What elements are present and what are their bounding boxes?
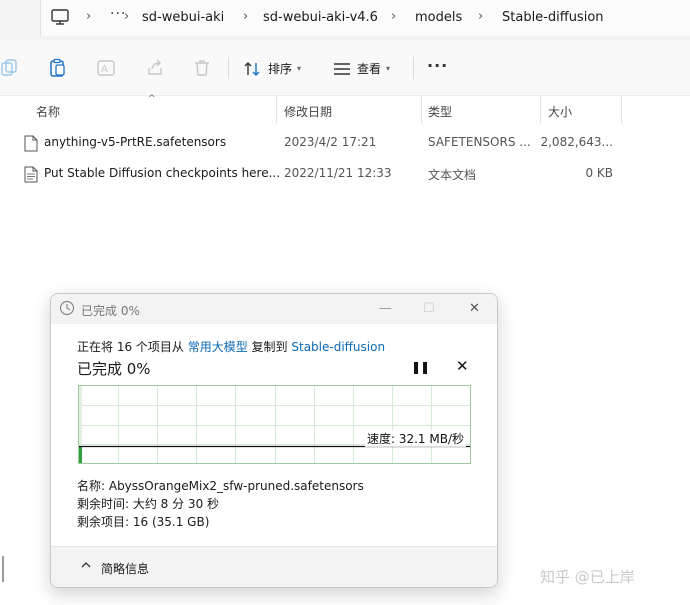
resize-handle[interactable] [2, 556, 4, 582]
svg-text:A: A [101, 64, 108, 75]
breadcrumb-item[interactable]: models [415, 10, 462, 25]
percent-complete: 已完成 0% [77, 360, 151, 378]
dialog-title-bar[interactable]: 已完成 0% — ☐ ✕ [51, 294, 497, 324]
maximize-icon[interactable]: ☐ [423, 301, 435, 316]
copy-prefix: 正在将 16 个项目从 [77, 340, 188, 354]
minimize-icon[interactable]: — [379, 301, 392, 316]
column-divider[interactable] [421, 96, 422, 124]
paste-icon[interactable] [48, 58, 68, 78]
cancel-copy-button[interactable]: ✕ [456, 357, 469, 375]
breadcrumb-item[interactable]: sd-webui-aki-v4.6 [263, 10, 378, 25]
chevron-down-icon: ▾ [297, 64, 302, 73]
column-header-size[interactable]: 大小 [548, 103, 572, 120]
clock-icon [59, 300, 75, 316]
dialog-body: 正在将 16 个项目从 常用大模型 复制到 Stable-diffusion 已… [51, 324, 497, 546]
toolbar-divider [228, 57, 229, 79]
dialog-title: 已完成 0% [81, 304, 140, 318]
column-divider[interactable] [540, 96, 541, 124]
chevron-right-icon: › [391, 9, 397, 24]
rename-icon[interactable]: A [96, 58, 116, 78]
file-icon [24, 135, 38, 152]
dialog-footer: 简略信息 [51, 546, 497, 587]
file-modified: 2022/11/21 12:33 [284, 166, 392, 180]
file-size: 2,082,643... [540, 135, 613, 149]
chevron-right-icon: › [243, 9, 249, 24]
source-folder-link[interactable]: 常用大模型 [188, 340, 248, 354]
table-row[interactable]: Put Stable Diffusion checkpoints here...… [0, 160, 690, 188]
delete-icon[interactable] [192, 58, 212, 78]
chevron-right-icon: › [478, 9, 484, 24]
items-remaining: 剩余项目: 16 (35.1 GB) [77, 515, 210, 529]
sort-label: 排序 [268, 62, 293, 76]
breadcrumb-item[interactable]: Stable-diffusion [502, 10, 604, 25]
file-type: SAFETENSORS ... [428, 135, 531, 149]
computer-icon[interactable] [51, 9, 69, 25]
copy-progress-dialog: 已完成 0% — ☐ ✕ 正在将 16 个项目从 常用大模型 复制到 Stabl… [50, 293, 498, 588]
toolbar-divider [413, 57, 414, 79]
destination-folder-link[interactable]: Stable-diffusion [291, 340, 385, 354]
command-bar: A 排序 ▾ 查看 ▾ ··· [0, 40, 690, 96]
file-name: anything-v5-PrtRE.safetensors [44, 135, 227, 149]
copy-description: 正在将 16 个项目从 常用大模型 复制到 Stable-diffusion [77, 338, 385, 355]
file-modified: 2023/4/2 17:21 [284, 135, 377, 149]
chevron-right-icon: › [86, 9, 92, 24]
view-label: 查看 [357, 62, 382, 76]
file-size: 0 KB [585, 166, 613, 180]
view-button[interactable]: 查看 ▾ [333, 60, 390, 77]
table-row[interactable]: anything-v5-PrtRE.safetensors 2023/4/2 1… [0, 129, 690, 157]
transfer-speed-graph: 速度: 32.1 MB/秒 [78, 385, 471, 464]
sort-button[interactable]: 排序 ▾ [244, 60, 301, 77]
speed-graph-canvas [79, 386, 470, 463]
column-header-modified[interactable]: 修改日期 [284, 103, 332, 120]
file-type: 文本文档 [428, 168, 477, 182]
column-divider[interactable] [621, 96, 622, 124]
text-file-icon [24, 166, 38, 183]
chevron-right-icon: › [124, 9, 130, 24]
column-header-type[interactable]: 类型 [428, 103, 452, 120]
chevron-up-icon[interactable] [81, 560, 91, 570]
view-list-icon [334, 62, 350, 75]
speed-readout: 速度: 32.1 MB/秒 [364, 430, 466, 447]
breadcrumb-item[interactable]: sd-webui-aki [142, 10, 224, 25]
sort-ascending-icon: ^ [148, 94, 156, 104]
file-name: Put Stable Diffusion checkpoints here... [44, 166, 281, 180]
column-header-name[interactable]: 名称 [36, 103, 60, 120]
sort-icon [244, 61, 260, 76]
address-bar: › ··· › sd-webui-aki › sd-webui-aki-v4.6… [0, 0, 690, 40]
current-file-name: 名称: AbyssOrangeMix2_sfw-pruned.safetenso… [77, 479, 364, 493]
share-icon[interactable] [145, 58, 165, 78]
speed-bar [79, 447, 82, 463]
watermark: 知乎 @已上岸 [540, 568, 635, 586]
pause-button[interactable]: ❚❚ [411, 360, 430, 374]
fewer-details-button[interactable]: 简略信息 [101, 560, 149, 577]
copy-middle: 复制到 [247, 340, 292, 354]
copy-icon[interactable] [0, 58, 20, 78]
more-options-button[interactable]: ··· [427, 56, 448, 75]
chevron-down-icon: ▾ [386, 64, 391, 73]
time-remaining: 剩余时间: 大约 8 分 30 秒 [77, 497, 220, 511]
close-icon[interactable]: ✕ [469, 301, 480, 316]
column-divider[interactable] [276, 96, 277, 124]
